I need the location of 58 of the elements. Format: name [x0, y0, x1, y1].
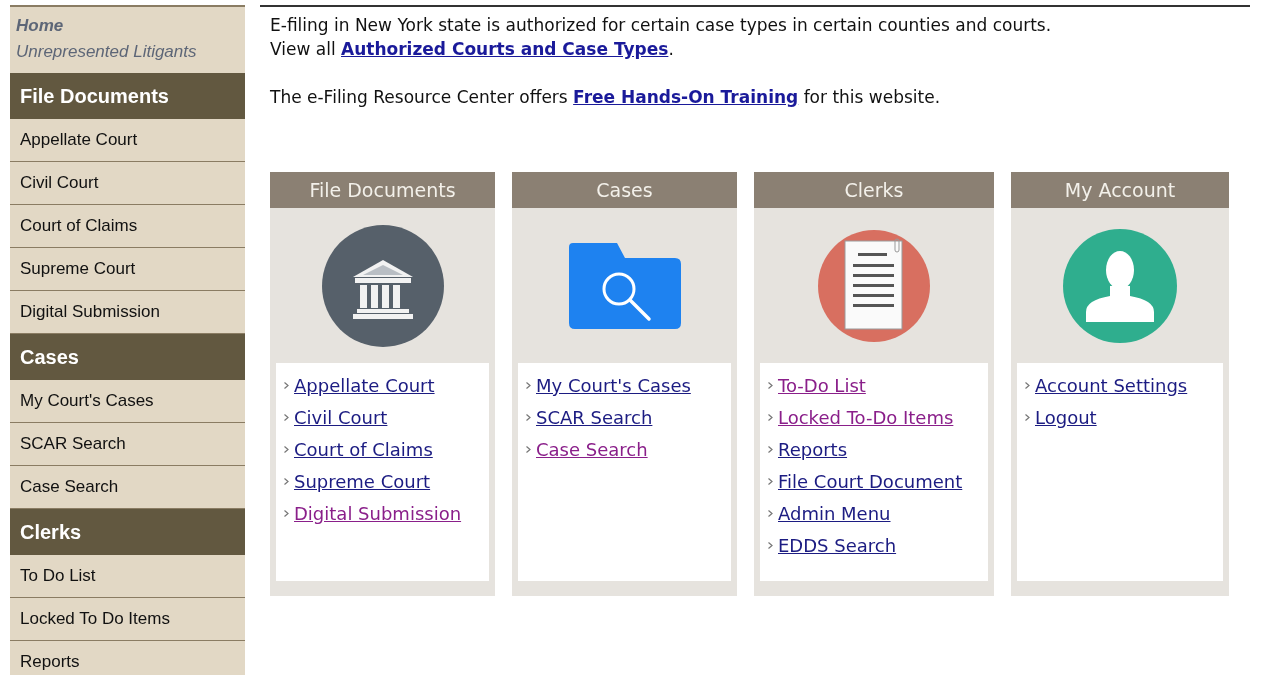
card-link[interactable]: Court of Claims [294, 438, 433, 460]
chevron-icon [284, 413, 289, 421]
folder-search-icon [568, 242, 681, 329]
sidebar-section-header: Clerks [10, 509, 245, 555]
chevron-icon [526, 413, 531, 421]
card-link[interactable]: Digital Submission [294, 502, 462, 524]
sidebar-item[interactable]: Civil Court [10, 162, 245, 205]
card-header: Cases [512, 172, 737, 208]
chevron-icon [284, 477, 289, 485]
intro-text: E-filing in New York state is authorized for certain case types in certain counties and courts. View all Authorized Courts and Case Types. [270, 14, 1053, 61]
chevron-icon [526, 445, 531, 453]
sidebar-item[interactable]: SCAR Search [10, 423, 245, 466]
training-text: The e-Filing Resource Center offers Free Hands-On Training for this website. [270, 86, 942, 109]
chevron-icon [768, 477, 773, 485]
sidebar-item[interactable]: Supreme Court [10, 248, 245, 291]
sidebar-section-header: Cases [10, 334, 245, 380]
card-header: Clerks [754, 172, 994, 208]
training-link[interactable]: Free Hands-On Training [573, 87, 799, 107]
chevron-icon [526, 381, 531, 389]
chevron-icon [768, 541, 773, 549]
card-link[interactable]: Civil Court [294, 406, 388, 428]
sidebar-link[interactable]: Home [16, 15, 239, 37]
user-icon [1062, 227, 1178, 344]
chevron-icon [768, 381, 773, 389]
courthouse-icon [320, 223, 445, 348]
card-header: File Documents [270, 172, 495, 208]
card-link[interactable]: Supreme Court [294, 470, 431, 492]
card-link[interactable]: Admin Menu [778, 502, 891, 524]
document-icon [817, 228, 931, 343]
sidebar-item[interactable]: Locked To Do Items [10, 598, 245, 641]
chevron-icon [768, 509, 773, 517]
chevron-icon [284, 381, 289, 389]
card-link[interactable]: SCAR Search [536, 406, 653, 428]
sidebar-link[interactable]: Unrepresented Litigants [16, 41, 239, 63]
sidebar-item[interactable]: Reports [10, 641, 245, 675]
card-header: My Account [1011, 172, 1229, 208]
sidebar-section-header: File Documents [10, 73, 245, 119]
card-link[interactable]: Case Search [536, 438, 648, 460]
sidebar-item[interactable]: My Court's Cases [10, 380, 245, 423]
card-link[interactable]: EDDS Search [778, 534, 897, 556]
chevron-icon [768, 413, 773, 421]
card-link[interactable]: To-Do List [778, 374, 866, 396]
card-link[interactable]: My Court's Cases [536, 374, 691, 396]
sidebar-item[interactable]: Appellate Court [10, 119, 245, 162]
chevron-icon [284, 445, 289, 453]
chevron-icon [284, 509, 289, 517]
card-link[interactable]: Reports [778, 438, 848, 460]
card-link[interactable]: Appellate Court [294, 374, 435, 396]
card-link[interactable]: File Court Document [778, 470, 963, 492]
sidebar-item[interactable]: Court of Claims [10, 205, 245, 248]
card-link[interactable]: Account Settings [1035, 374, 1188, 396]
card-link[interactable]: Locked To-Do Items [778, 406, 954, 428]
courts-link[interactable]: Authorized Courts and Case Types [341, 39, 669, 59]
card-link[interactable]: Logout [1035, 406, 1097, 428]
chevron-icon [1025, 413, 1030, 421]
chevron-icon [768, 445, 773, 453]
chevron-icon [1025, 381, 1030, 389]
sidebar-item[interactable]: To Do List [10, 555, 245, 598]
